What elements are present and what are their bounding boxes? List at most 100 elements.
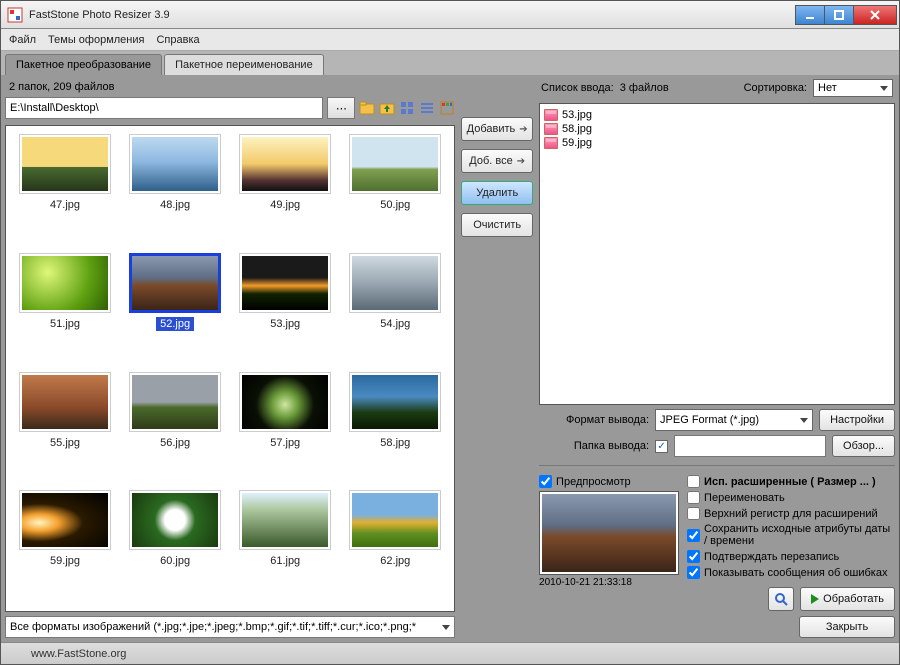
close-button[interactable]: [853, 5, 897, 25]
rename-label: Переименовать: [704, 492, 785, 504]
minimize-button[interactable]: [795, 5, 825, 25]
show-errors-checkbox[interactable]: [687, 566, 700, 579]
app-icon: [7, 7, 23, 23]
output-format-select[interactable]: JPEG Format (*.jpg): [655, 409, 813, 431]
thumbnail-item[interactable]: 54.jpg: [342, 253, 448, 366]
rename-checkbox[interactable]: [687, 491, 700, 504]
thumbnail-label: 60.jpg: [156, 554, 194, 568]
thumbnail-item[interactable]: 53.jpg: [232, 253, 338, 366]
thumbnail-item[interactable]: 56.jpg: [122, 372, 228, 485]
image-file-icon: [544, 109, 558, 121]
thumbnail-label: 49.jpg: [266, 198, 304, 212]
thumbnail-item[interactable]: 49.jpg: [232, 134, 338, 247]
play-icon: [811, 594, 819, 604]
thumbnail-item[interactable]: 61.jpg: [232, 490, 338, 603]
thumbnail-item[interactable]: 57.jpg: [232, 372, 338, 485]
advanced-checkbox[interactable]: [687, 475, 700, 488]
input-list-count: 3 файлов: [620, 82, 669, 94]
advanced-label: Исп. расширенные ( Размер ... ): [704, 476, 876, 488]
source-pane: 2 папок, 209 файлов ⋯ 47.jpg 48.jpg 49.jpg…: [1, 75, 459, 642]
preview-checkbox[interactable]: [539, 475, 552, 488]
format-settings-button[interactable]: Настройки: [819, 409, 895, 431]
preview-image: [539, 491, 679, 575]
magnify-preview-button[interactable]: [768, 587, 794, 611]
list-item-label: 59.jpg: [562, 137, 592, 149]
thumbnail-label: 59.jpg: [46, 554, 84, 568]
folder-icon[interactable]: [359, 100, 375, 116]
clear-button[interactable]: Очистить: [461, 213, 533, 237]
thumbnail-label: 50.jpg: [376, 198, 414, 212]
output-folder-input[interactable]: [674, 435, 826, 457]
thumbnail-label: 61.jpg: [266, 554, 304, 568]
preview-label: Предпросмотр: [556, 476, 631, 488]
thumbnail-item[interactable]: 48.jpg: [122, 134, 228, 247]
list-item[interactable]: 53.jpg: [544, 108, 890, 122]
thumbnail-item[interactable]: 52.jpg: [122, 253, 228, 366]
file-type-filter-label: Все форматы изображений (*.jpg;*.jpe;*.j…: [10, 621, 416, 633]
list-item[interactable]: 58.jpg: [544, 122, 890, 136]
status-bar: www.FastStone.org: [1, 642, 899, 664]
list-item[interactable]: 59.jpg: [544, 136, 890, 150]
convert-button[interactable]: Обработать: [800, 587, 895, 611]
thumbnail-label: 48.jpg: [156, 198, 194, 212]
thumbnail-item[interactable]: 51.jpg: [12, 253, 118, 366]
view-details-icon[interactable]: [439, 100, 455, 116]
thumbnail-grid[interactable]: 47.jpg 48.jpg 49.jpg 50.jpg 51.jpg52.jpg 53.j…: [6, 126, 454, 611]
menu-file[interactable]: Файл: [9, 34, 36, 46]
thumbnail-label: 47.jpg: [46, 198, 84, 212]
sort-select[interactable]: Нет: [813, 79, 893, 97]
thumbnail-item[interactable]: 60.jpg: [122, 490, 228, 603]
status-link[interactable]: www.FastStone.org: [31, 648, 126, 660]
keep-date-label: Сохранить исходные атрибуты даты / време…: [704, 523, 895, 547]
uppercase-ext-label: Верхний регистр для расширений: [704, 508, 878, 520]
confirm-overwrite-checkbox[interactable]: [687, 550, 700, 563]
thumbnail-item[interactable]: 47.jpg: [12, 134, 118, 247]
app-window: FastStone Photo Resizer 3.9 Файл Темы оф…: [0, 0, 900, 665]
thumbnail-item[interactable]: 59.jpg: [12, 490, 118, 603]
add-all-button[interactable]: Доб. все➔: [461, 149, 533, 173]
image-file-icon: [544, 137, 558, 149]
sort-label: Сортировка:: [744, 82, 807, 94]
thumbnail-label: 56.jpg: [156, 436, 194, 450]
thumbnail-label: 62.jpg: [376, 554, 414, 568]
thumbnail-item[interactable]: 62.jpg: [342, 490, 448, 603]
confirm-overwrite-label: Подтверждать перезапись: [704, 551, 839, 563]
input-file-list[interactable]: 53.jpg 58.jpg 59.jpg: [539, 103, 895, 405]
list-item-label: 58.jpg: [562, 123, 592, 135]
view-large-icon[interactable]: [399, 100, 415, 116]
remove-button[interactable]: Удалить: [461, 181, 533, 205]
menu-help[interactable]: Справка: [156, 34, 199, 46]
transfer-buttons: Добавить➔ Доб. все➔ Удалить Очистить: [459, 75, 535, 642]
thumbnail-item[interactable]: 50.jpg: [342, 134, 448, 247]
output-pane: Список ввода: 3 файлов Сортировка: Нет 5…: [535, 75, 899, 642]
close-app-button[interactable]: Закрыть: [799, 616, 895, 638]
output-folder-browse-button[interactable]: Обзор...: [832, 435, 895, 457]
output-folder-label: Папка вывода:: [539, 440, 649, 452]
browse-folder-button[interactable]: ⋯: [327, 97, 355, 119]
keep-date-checkbox[interactable]: [687, 529, 700, 542]
folder-info: 2 папок, 209 файлов: [5, 79, 455, 95]
menu-themes[interactable]: Темы оформления: [48, 34, 144, 46]
thumbnail-label: 54.jpg: [376, 317, 414, 331]
add-button[interactable]: Добавить➔: [461, 117, 533, 141]
thumbnail-label: 55.jpg: [46, 436, 84, 450]
path-input[interactable]: [5, 97, 323, 119]
chevron-down-icon: [800, 418, 808, 423]
thumbnail-label: 53.jpg: [266, 317, 304, 331]
output-format-label: Формат вывода:: [539, 414, 649, 426]
chevron-down-icon: [880, 86, 888, 91]
folder-up-icon[interactable]: [379, 100, 395, 116]
thumbnail-item[interactable]: 58.jpg: [342, 372, 448, 485]
image-file-icon: [544, 123, 558, 135]
tab-batch-rename[interactable]: Пакетное переименование: [164, 54, 324, 75]
preview-timestamp: 2010-10-21 21:33:18: [539, 575, 679, 588]
file-type-filter[interactable]: Все форматы изображений (*.jpg;*.jpe;*.j…: [5, 616, 455, 638]
thumbnail-item[interactable]: 55.jpg: [12, 372, 118, 485]
chevron-down-icon: [442, 625, 450, 630]
tab-batch-convert[interactable]: Пакетное преобразование: [5, 54, 162, 75]
list-item-label: 53.jpg: [562, 109, 592, 121]
view-list-icon[interactable]: [419, 100, 435, 116]
maximize-button[interactable]: [824, 5, 854, 25]
output-folder-checkbox[interactable]: ✓: [655, 440, 668, 453]
uppercase-ext-checkbox[interactable]: [687, 507, 700, 520]
